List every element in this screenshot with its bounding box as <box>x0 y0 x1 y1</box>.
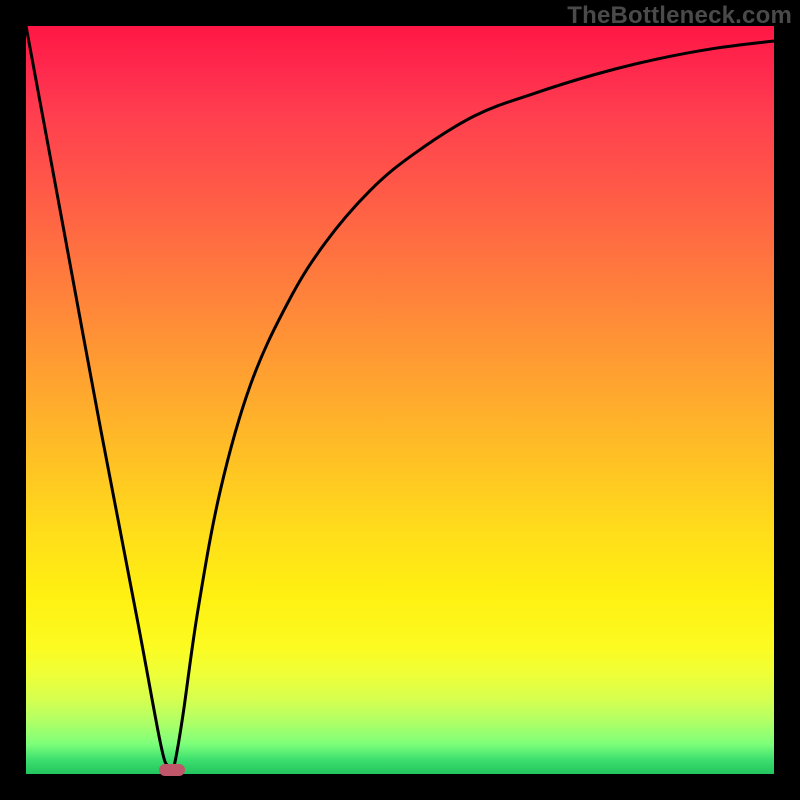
plot-area <box>26 26 774 774</box>
watermark-text: TheBottleneck.com <box>567 2 792 30</box>
minimum-marker <box>159 764 185 776</box>
chart-frame: TheBottleneck.com <box>0 0 800 800</box>
bottleneck-curve <box>26 26 774 774</box>
